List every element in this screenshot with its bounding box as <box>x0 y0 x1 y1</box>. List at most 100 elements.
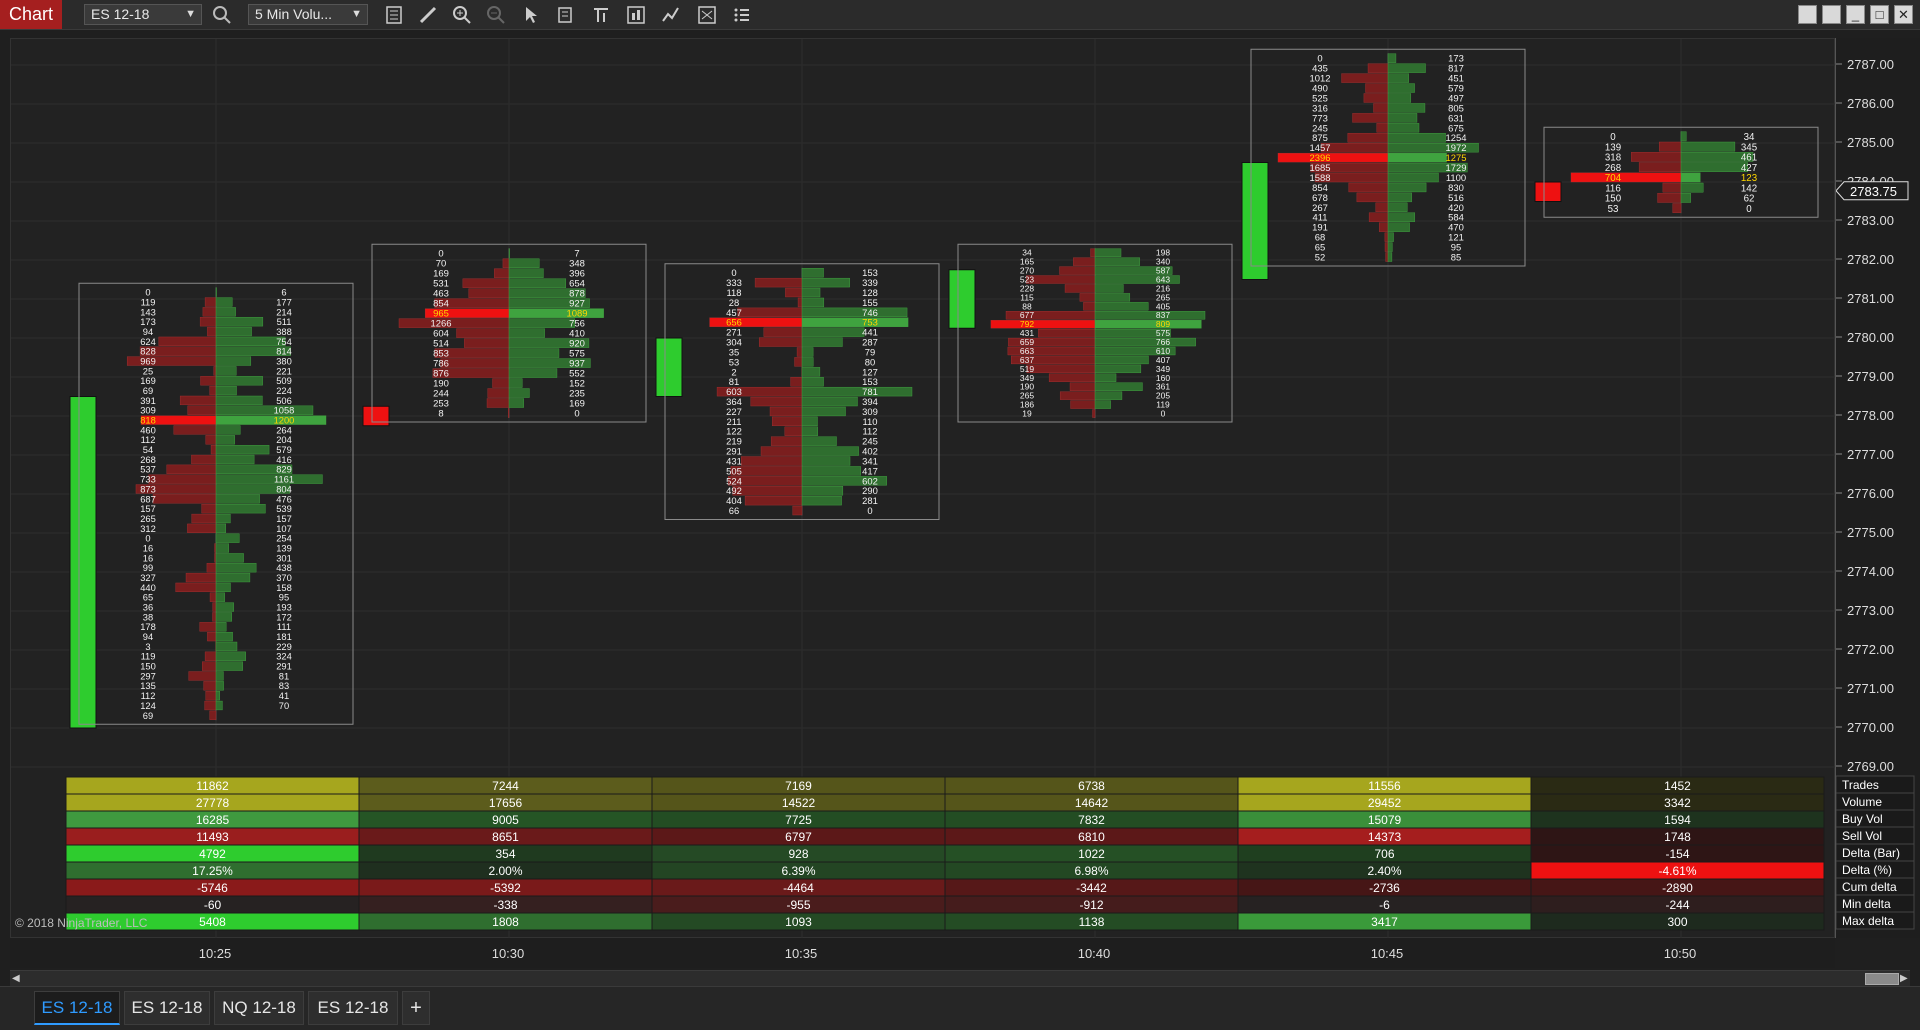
bar-type-icon[interactable] <box>731 4 753 26</box>
zoom-out-icon[interactable] <box>485 4 507 26</box>
buy-volume-label: 1058 <box>274 406 295 416</box>
sell-volume-label: 119 <box>141 652 156 662</box>
buy-volume-bar <box>1387 53 1397 63</box>
sell-volume-bar <box>207 326 217 337</box>
tile-left-button[interactable] <box>1798 5 1817 24</box>
stats-value: -6 <box>1379 898 1390 912</box>
tab-nq-12-18[interactable]: NQ 12-18 <box>214 991 304 1025</box>
stats-value: 706 <box>1374 847 1394 861</box>
drawing-tool-icon[interactable] <box>417 4 439 26</box>
pointer-icon[interactable] <box>520 4 542 26</box>
price-axis[interactable]: 2787.002786.002785.002784.002783.002782.… <box>1835 38 1920 938</box>
sell-volume-bar <box>187 405 217 415</box>
stats-value: -3442 <box>1076 881 1107 895</box>
buy-volume-bar <box>1094 320 1202 329</box>
sell-volume-bar <box>508 408 510 418</box>
stats-value: -154 <box>1665 847 1689 861</box>
tab-es-12-18-2[interactable]: ES 12-18 <box>308 991 398 1025</box>
horizontal-scrollbar[interactable]: ◀ ▶ <box>10 970 1910 986</box>
buy-volume-bar <box>215 297 233 307</box>
search-icon[interactable] <box>211 4 233 26</box>
stats-value: -2736 <box>1369 881 1400 895</box>
sell-volume-label: 69 <box>143 386 153 396</box>
buy-volume-bar <box>508 268 544 278</box>
chart-window-label[interactable]: Chart <box>0 0 62 29</box>
maximize-button[interactable]: □ <box>1870 5 1889 24</box>
sell-volume-label: 38 <box>143 612 153 622</box>
buy-volume-bar <box>215 602 234 612</box>
sell-volume-bar <box>212 612 217 622</box>
buy-volume-label: 539 <box>276 504 292 514</box>
buy-volume-bar <box>215 405 314 415</box>
sell-volume-bar <box>1348 182 1389 193</box>
stats-value: 7244 <box>492 779 519 793</box>
scroll-right-icon[interactable]: ▶ <box>1900 973 1912 985</box>
time-axis[interactable]: 10:25 10:30 10:35 10:40 10:45 10:50 <box>10 938 1835 968</box>
price-tick-label: 2785.00 <box>1847 135 1894 150</box>
tab-es-12-18[interactable]: ES 12-18 <box>124 991 210 1025</box>
price-tick-label: 2770.00 <box>1847 720 1894 735</box>
buy-volume-label: 476 <box>276 494 292 504</box>
add-tab-button[interactable]: + <box>402 991 430 1025</box>
sell-volume-label: 312 <box>140 524 156 534</box>
sell-volume-bar <box>1367 63 1389 73</box>
strategies-icon[interactable] <box>625 4 647 26</box>
buy-volume-bar <box>1680 172 1701 183</box>
buy-volume-bar <box>1094 284 1124 293</box>
sell-volume-bar <box>709 317 803 327</box>
sell-volume-bar <box>175 582 217 593</box>
tile-right-button[interactable] <box>1822 5 1841 24</box>
properties-icon[interactable] <box>555 4 577 26</box>
stats-value: 1594 <box>1664 813 1691 827</box>
sell-volume-bar <box>204 651 217 661</box>
buy-volume-bar <box>1387 113 1418 123</box>
buy-volume-bar <box>508 388 530 398</box>
price-tick-label: 2786.00 <box>1847 96 1894 111</box>
price-tick-label: 2771.00 <box>1847 681 1894 696</box>
buy-volume-bar <box>215 582 231 593</box>
data-series-icon[interactable] <box>383 4 405 26</box>
sell-volume-bar <box>214 543 217 553</box>
sell-volume-bar <box>1320 143 1389 153</box>
stats-value: 6.98% <box>1074 864 1108 878</box>
indicators-icon[interactable] <box>660 4 682 26</box>
tab-es-12-18-active[interactable]: ES 12-18 <box>34 991 120 1025</box>
minimize-button[interactable]: _ <box>1846 5 1865 24</box>
buy-volume-bar <box>215 395 263 406</box>
price-tick-label: 2780.00 <box>1847 330 1894 345</box>
buy-volume-bar <box>508 368 558 378</box>
buy-volume-bar <box>215 317 264 327</box>
buy-volume-bar <box>1387 192 1412 203</box>
buy-volume-bar <box>801 268 824 278</box>
buy-volume-label: 814 <box>276 347 292 357</box>
sell-volume-bar <box>1638 162 1682 172</box>
interval-selector[interactable]: 5 Min Volu... ▼ <box>248 4 368 25</box>
buy-volume-bar <box>508 258 540 268</box>
sell-volume-label: 52 <box>1315 253 1326 264</box>
stats-label: Buy Vol <box>1842 812 1883 826</box>
buy-volume-label: 579 <box>276 445 292 455</box>
chart-trader-icon[interactable] <box>696 4 718 26</box>
templates-icon[interactable] <box>590 4 612 26</box>
current-price-label: 2783.75 <box>1850 184 1897 199</box>
buy-volume-bar <box>801 495 842 506</box>
buy-volume-bar <box>1680 182 1704 193</box>
sell-volume-bar <box>990 320 1096 329</box>
sell-volume-label: 818 <box>140 416 156 426</box>
sell-volume-bar <box>772 416 803 427</box>
time-tick-label: 10:40 <box>1078 946 1111 961</box>
candle-body <box>948 269 976 329</box>
zoom-in-icon[interactable] <box>451 4 473 26</box>
chart-panel[interactable]: 0 6 119 177 143 214 173 511 94 388 624 754 828 814 969… <box>10 38 1836 939</box>
stats-value: -60 <box>204 898 222 912</box>
price-tick-label: 2774.00 <box>1847 564 1894 579</box>
sell-volume-bar <box>754 277 803 288</box>
scroll-left-icon[interactable]: ◀ <box>12 973 24 985</box>
scrollbar-thumb[interactable] <box>1865 973 1899 985</box>
sell-volume-bar <box>1083 302 1096 311</box>
close-button[interactable]: ✕ <box>1894 5 1913 24</box>
stats-value: -912 <box>1079 898 1103 912</box>
sell-volume-label: 733 <box>140 475 156 485</box>
sell-volume-label: 687 <box>140 494 156 504</box>
instrument-selector[interactable]: ES 12-18 ▼ <box>84 4 202 25</box>
